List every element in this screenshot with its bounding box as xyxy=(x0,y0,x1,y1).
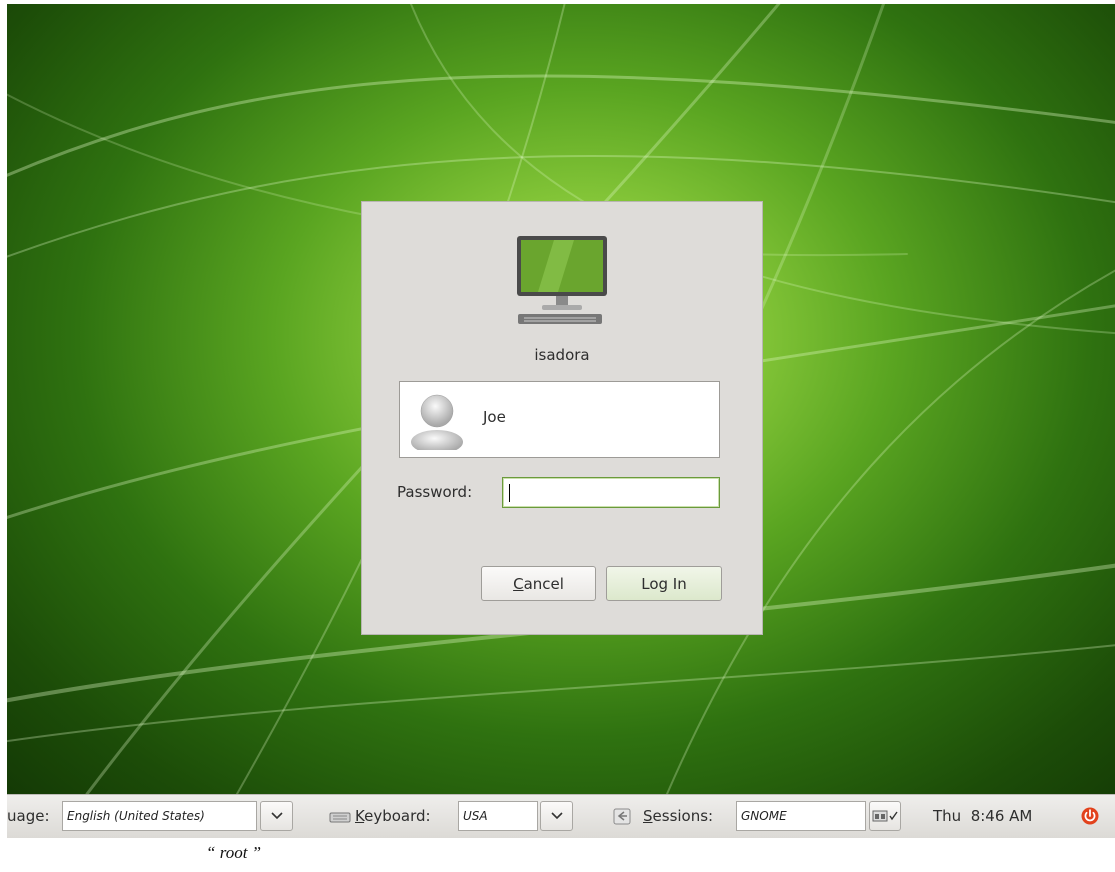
bottom-panel: uage: English (United States) Keyboard: … xyxy=(7,794,1115,838)
password-label: Password: xyxy=(397,483,473,501)
language-combo[interactable]: English (United States) xyxy=(62,801,257,831)
keyboard-icon xyxy=(329,812,351,823)
login-button[interactable]: Log In xyxy=(606,566,722,601)
computer-icon xyxy=(517,236,607,324)
sessions-icon xyxy=(613,808,631,825)
sessions-mnemonic: S xyxy=(643,807,653,825)
desktop-wallpaper: isadora Joe Password: C ancel Log In xyxy=(7,4,1115,794)
chevron-down-icon xyxy=(550,812,563,820)
host-name: isadora xyxy=(534,346,590,364)
sessions-value: GNOME xyxy=(741,809,787,823)
text-cursor xyxy=(509,484,510,502)
cancel-button[interactable]: Cancel xyxy=(481,566,596,601)
user-avatar-icon xyxy=(411,394,463,450)
user-list-item[interactable]: Joe xyxy=(400,382,719,457)
login-label: Log In xyxy=(641,574,687,593)
password-input[interactable] xyxy=(502,477,720,508)
keyboard-value: USA xyxy=(463,809,488,823)
sessions-dropdown-button[interactable] xyxy=(869,801,901,831)
cancel-mnemonic: C xyxy=(513,574,524,593)
root-caption: “ root ” xyxy=(206,843,262,862)
language-dropdown-button[interactable] xyxy=(260,801,293,831)
clock: Thu 8:46 AM xyxy=(933,807,1033,825)
cancel-label: ancel xyxy=(523,574,564,593)
language-label: uage: xyxy=(7,807,50,825)
keyboard-combo[interactable]: USA xyxy=(458,801,538,831)
power-icon[interactable] xyxy=(1081,807,1099,825)
keyboard-label: Keyboard: xyxy=(355,807,431,825)
keyboard-dropdown-button[interactable] xyxy=(540,801,573,831)
login-dialog: isadora Joe Password: C ancel Log In xyxy=(361,201,763,635)
user-name: Joe xyxy=(483,408,506,426)
keyboard-label-rest: eyboard: xyxy=(364,807,431,825)
language-value: English (United States) xyxy=(67,809,205,823)
sessions-combo[interactable]: GNOME xyxy=(736,801,866,831)
user-list: Joe xyxy=(399,381,720,458)
chevron-down-icon xyxy=(270,812,283,820)
session-chooser-icon xyxy=(872,810,898,822)
sessions-label-rest: essions: xyxy=(652,807,714,825)
keyboard-mnemonic: K xyxy=(355,807,365,825)
sessions-label: Sessions: xyxy=(643,807,713,825)
